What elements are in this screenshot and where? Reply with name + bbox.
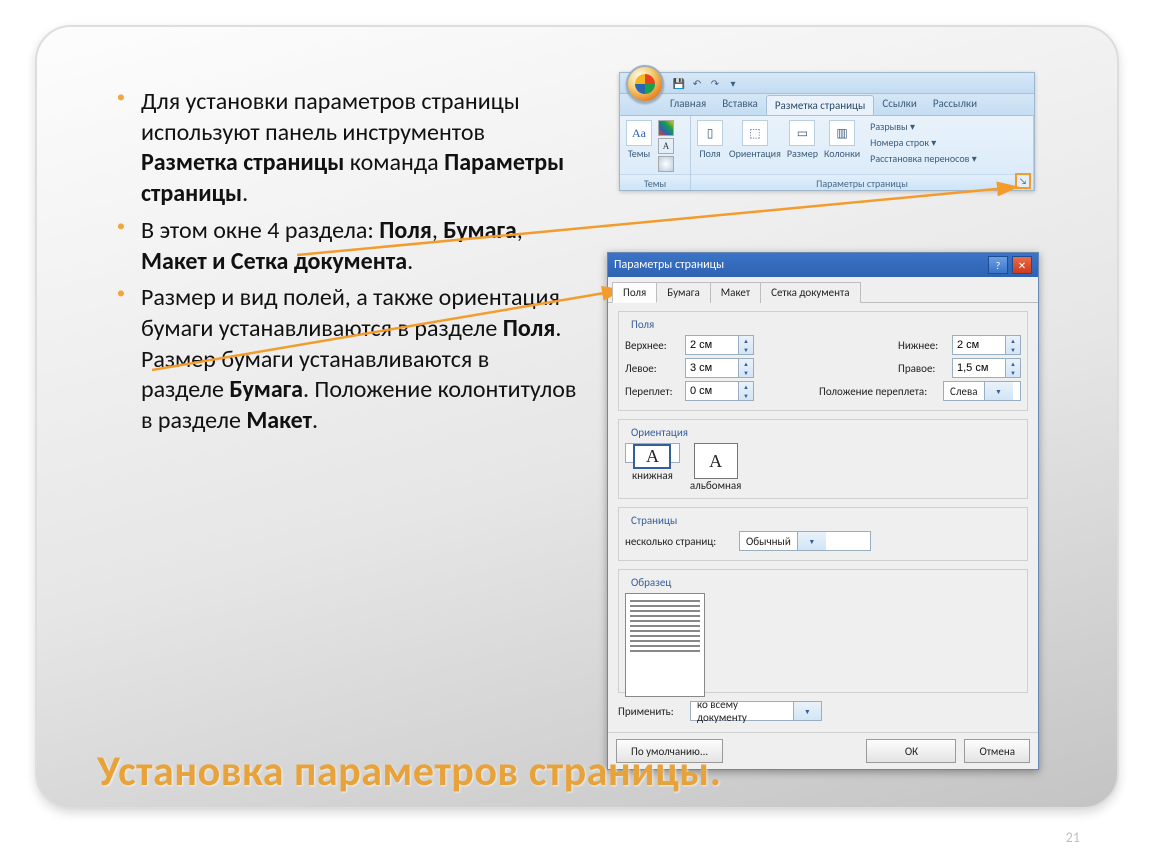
cancel-button[interactable]: Отмена — [964, 739, 1030, 763]
orientation-button[interactable]: ⬚Ориентация — [729, 120, 781, 165]
columns-button[interactable]: ▥Колонки — [824, 120, 860, 165]
colors-icon[interactable] — [658, 120, 674, 136]
apply-to-select[interactable]: ко всему документу▼ — [690, 701, 822, 721]
ribbon-tabs: Главная Вставка Разметка страницы Ссылки… — [620, 94, 1034, 116]
undo-icon[interactable]: ↶ — [690, 76, 704, 90]
margins-button[interactable]: ▯Поля — [697, 120, 723, 165]
bullet-3: Размер и вид полей, а также ориентация б… — [117, 283, 577, 437]
left-margin-input[interactable]: ▲▼ — [685, 358, 754, 378]
themes-icon: Aa — [626, 120, 652, 146]
preview-page-icon — [625, 593, 705, 697]
fonts-icon[interactable]: A — [658, 138, 674, 154]
group-page-label: Параметры страницы ↘ — [691, 174, 1033, 190]
columns-icon: ▥ — [829, 120, 855, 146]
themes-button[interactable]: Aa Темы — [626, 120, 652, 172]
office-button[interactable] — [626, 65, 664, 103]
group-themes: Aa Темы A Темы — [620, 116, 691, 190]
portrait-option[interactable]: Aкнижная — [625, 443, 680, 463]
size-icon: ▭ — [789, 120, 815, 146]
effects-icon[interactable] — [658, 156, 674, 172]
gutter-input[interactable]: ▲▼ — [685, 381, 754, 401]
section-margins: Поля Верхнее: ▲▼ Нижнее: ▲▼ Левое: ▲▼ Пр… — [618, 311, 1028, 411]
dtab-paper[interactable]: Бумага — [656, 282, 711, 303]
tab-references[interactable]: Ссылки — [874, 94, 925, 115]
bullet-2: В этом окне 4 раздела: Поля, Бумага, Мак… — [117, 216, 577, 277]
slide-frame: Для установки параметров страницы исполь… — [35, 25, 1119, 809]
group-themes-label: Темы — [620, 174, 690, 190]
group-page-setup: ▯Поля ⬚Ориентация ▭Размер ▥Колонки Разры… — [691, 116, 1034, 190]
dtab-grid[interactable]: Сетка документа — [760, 282, 860, 303]
breaks-button[interactable]: Разрывы ▾ — [870, 120, 915, 133]
slide-title: Установка параметров страницы. — [97, 746, 721, 797]
body-text: Для установки параметров страницы исполь… — [117, 87, 577, 443]
top-margin-input[interactable]: ▲▼ — [685, 335, 754, 355]
dtab-layout[interactable]: Макет — [710, 282, 761, 303]
ribbon-content: Aa Темы A Темы ▯Поля ⬚Ориентация ▭Размер — [620, 116, 1034, 190]
page-setup-dialog: Параметры страницы ? ✕ Поля Бумага Макет… — [607, 252, 1039, 770]
dialog-body: Поля Верхнее: ▲▼ Нижнее: ▲▼ Левое: ▲▼ Пр… — [608, 303, 1038, 732]
redo-icon[interactable]: ↷ — [708, 76, 722, 90]
qat-dropdown-icon[interactable]: ▾ — [726, 76, 740, 90]
dtab-margins[interactable]: Поля — [612, 282, 657, 303]
bullet-1: Для установки параметров страницы исполь… — [117, 87, 577, 210]
tab-page-layout[interactable]: Разметка страницы — [766, 95, 875, 115]
ok-button[interactable]: ОК — [866, 739, 956, 763]
help-button[interactable]: ? — [988, 256, 1008, 274]
quick-access-toolbar: 💾 ↶ ↷ ▾ — [620, 73, 1034, 94]
size-button[interactable]: ▭Размер — [787, 120, 818, 165]
section-preview: Образец — [618, 569, 1028, 693]
landscape-option[interactable]: Aальбомная — [690, 443, 742, 492]
dialog-tabs: Поля Бумага Макет Сетка документа — [608, 277, 1038, 303]
hyphenation-button[interactable]: Расстановка переносов ▾ — [870, 152, 977, 165]
orientation-icon: ⬚ — [742, 120, 768, 146]
close-button[interactable]: ✕ — [1012, 256, 1032, 274]
right-margin-input[interactable]: ▲▼ — [952, 358, 1021, 378]
multi-pages-select[interactable]: Обычный▼ — [739, 531, 871, 551]
bottom-margin-input[interactable]: ▲▼ — [952, 335, 1021, 355]
tab-insert[interactable]: Вставка — [714, 94, 766, 115]
page-number: 21 — [1066, 829, 1080, 846]
ribbon-panel: 💾 ↶ ↷ ▾ Главная Вставка Разметка страниц… — [619, 72, 1035, 191]
dialog-titlebar: Параметры страницы ? ✕ — [608, 253, 1038, 277]
dialog-title-text: Параметры страницы — [614, 258, 724, 272]
gutter-position-select[interactable]: Слева▼ — [943, 381, 1021, 401]
section-orientation: Ориентация Aкнижная Aальбомная — [618, 419, 1028, 499]
section-pages: Страницы несколько страниц: Обычный▼ — [618, 507, 1028, 561]
tab-mailings[interactable]: Рассылки — [925, 94, 985, 115]
line-numbers-button[interactable]: Номера строк ▾ — [870, 136, 936, 149]
margins-icon: ▯ — [697, 120, 723, 146]
save-icon[interactable]: 💾 — [672, 76, 686, 90]
tab-home[interactable]: Главная — [662, 94, 714, 115]
dialog-launcher[interactable]: ↘ — [1015, 173, 1031, 189]
